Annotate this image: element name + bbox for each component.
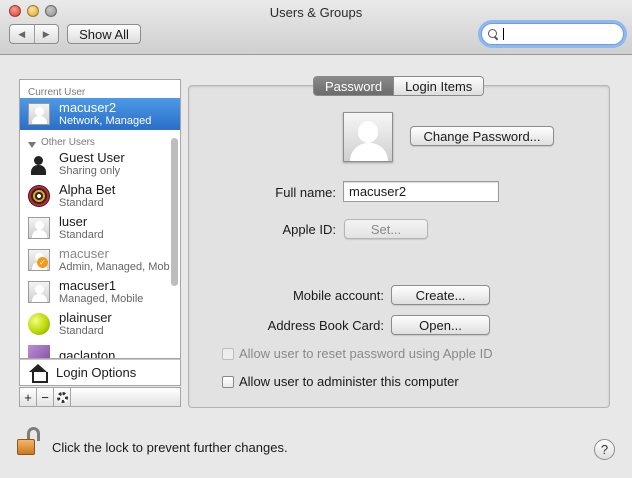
generic-user-avatar-icon (28, 281, 50, 303)
house-icon (28, 363, 48, 383)
checkbox-label: Allow user to administer this computer (239, 374, 459, 389)
user-row-gaclapton[interactable]: gaclapton (20, 340, 180, 359)
user-name: plainuser (59, 309, 112, 325)
gear-icon (56, 391, 68, 403)
login-options-row[interactable]: Login Options (19, 359, 181, 386)
remove-user-button[interactable]: − (36, 387, 54, 407)
user-name: macuser1 (59, 277, 117, 293)
user-row-alpha-bet[interactable]: Alpha Bet Standard (20, 180, 180, 212)
mobile-account-label: Mobile account: (292, 288, 384, 303)
user-subtitle: Admin, Managed, Mob (59, 261, 170, 274)
checkbox-box[interactable] (222, 347, 234, 360)
checkbox-label: Allow user to reset password using Apple… (239, 346, 493, 361)
change-password-button[interactable]: Change Password... (410, 126, 554, 146)
user-row-guest[interactable]: Guest User Sharing only (20, 148, 180, 180)
generic-user-avatar-icon (28, 217, 50, 239)
tab-login-items[interactable]: Login Items (393, 77, 484, 95)
target-avatar-icon (28, 185, 50, 207)
user-name: luser (59, 213, 88, 229)
add-user-button[interactable]: + (19, 387, 37, 407)
user-name: gaclapton (59, 347, 116, 359)
user-name: Alpha Bet (59, 181, 116, 197)
full-name-field[interactable]: macuser2 (343, 181, 499, 202)
user-row-macuser[interactable]: ✓ macuser Admin, Managed, Mob (20, 244, 180, 276)
user-subtitle: Managed, Mobile (59, 293, 144, 306)
other-users-header[interactable]: Other Users (20, 130, 180, 148)
search-icon (488, 28, 499, 40)
checkmark-badge-icon: ✓ (37, 257, 48, 268)
set-apple-id-button[interactable]: Set... (344, 219, 428, 239)
list-action-bar-spacer (70, 387, 181, 407)
user-subtitle: Standard (59, 197, 104, 210)
generic-user-avatar-icon (28, 103, 50, 125)
text-cursor (503, 28, 504, 40)
list-scrollbar[interactable] (171, 138, 178, 286)
forward-button[interactable]: ▶ (33, 25, 59, 43)
user-name: Guest User (59, 149, 125, 165)
user-subtitle: Standard (59, 325, 104, 338)
user-subtitle: Standard (59, 229, 104, 242)
user-picture-well[interactable] (343, 112, 393, 162)
user-row-plainuser[interactable]: plainuser Standard (20, 308, 180, 340)
apple-id-label: Apple ID: (282, 222, 336, 237)
search-field[interactable] (481, 23, 624, 45)
user-row-macuser1[interactable]: macuser1 Managed, Mobile (20, 276, 180, 308)
show-all-button[interactable]: Show All (67, 24, 141, 44)
full-name-label: Full name: (275, 185, 336, 200)
lock-status-text: Click the lock to prevent further change… (52, 440, 288, 455)
tab-password[interactable]: Password (314, 77, 394, 95)
window-titlebar: Users & Groups ◀ ▶ Show All (0, 0, 632, 55)
open-address-book-card-button[interactable]: Open... (391, 315, 490, 335)
reset-password-apple-id-checkbox[interactable]: Allow user to reset password using Apple… (222, 346, 493, 361)
user-name: macuser (59, 245, 109, 261)
current-user-header: Current User (28, 87, 86, 98)
action-menu-button[interactable] (53, 387, 71, 407)
help-button[interactable]: ? (594, 439, 615, 460)
tennis-ball-avatar-icon (28, 313, 50, 335)
user-name: macuser2 (59, 99, 117, 115)
account-tabs: Password Login Items (313, 76, 485, 96)
user-subtitle: Network, Managed (59, 115, 152, 128)
checkbox-box[interactable] (222, 375, 234, 388)
login-options-label: Login Options (56, 365, 137, 380)
user-row-macuser2[interactable]: macuser2 Network, Managed (20, 98, 180, 130)
list-action-bar: + − (19, 387, 181, 407)
flower-avatar-icon (28, 345, 50, 358)
user-row-luser[interactable]: luser Standard (20, 212, 180, 244)
back-forward-control: ◀ ▶ (9, 24, 59, 44)
user-subtitle: Sharing only (59, 165, 121, 178)
create-mobile-account-button[interactable]: Create... (391, 285, 490, 305)
generic-user-avatar-icon: ✓ (28, 249, 50, 271)
address-book-card-label: Address Book Card: (267, 318, 384, 333)
window-title: Users & Groups (269, 5, 363, 20)
user-list: Current User macuser2 Network, Managed O… (19, 79, 181, 359)
back-button[interactable]: ◀ (10, 25, 34, 43)
unlocked-padlock-icon[interactable] (15, 427, 43, 457)
guest-silhouette-icon (28, 153, 50, 175)
administer-computer-checkbox[interactable]: Allow user to administer this computer (222, 374, 459, 389)
